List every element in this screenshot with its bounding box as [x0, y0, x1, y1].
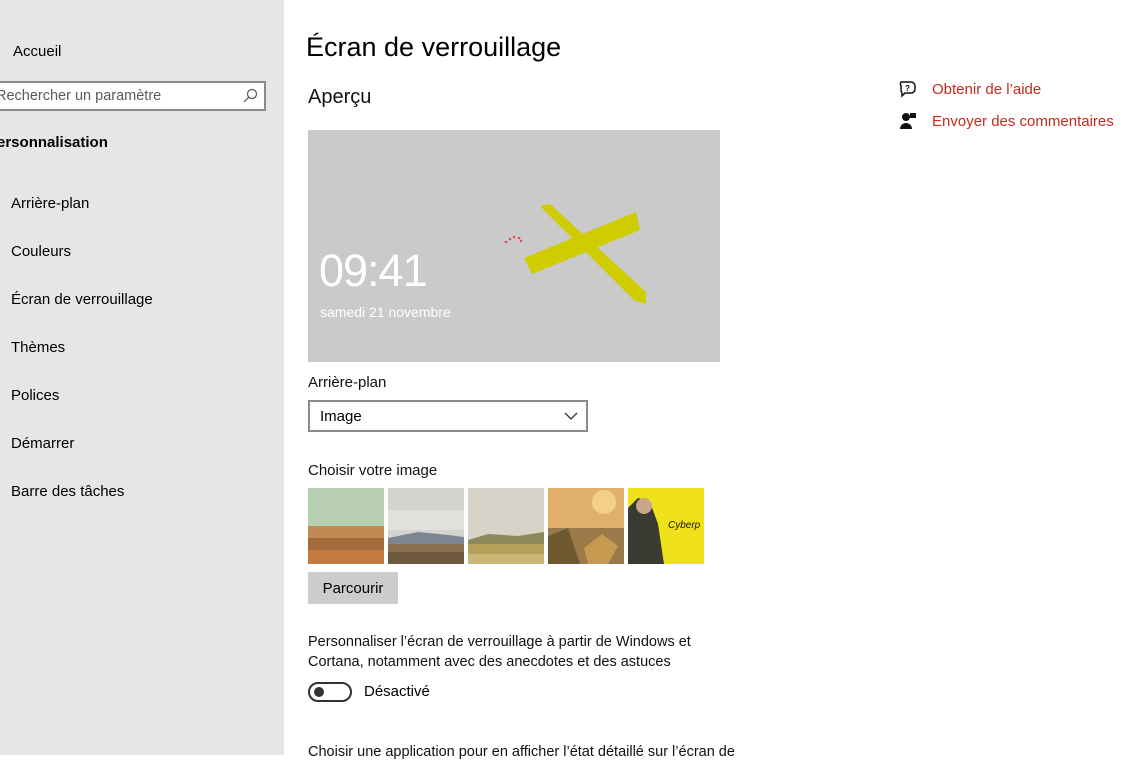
sidebar-item-label: Polices [11, 386, 60, 404]
browse-button[interactable]: Parcourir [308, 572, 398, 604]
personalize-description: Personnaliser l’écran de verrouillage à … [308, 634, 691, 670]
toggle-knob [314, 687, 324, 697]
get-help-label: Obtenir de l’aide [932, 80, 1042, 98]
toggle-state-label: Désactivé [364, 683, 430, 700]
sidebar-item-lock-screen[interactable]: Écran de verrouillage [0, 281, 284, 317]
sidebar-item-label: Thèmes [11, 338, 66, 356]
svg-text:?: ? [905, 84, 910, 93]
help-chat-icon: ? [899, 81, 916, 98]
sidebar-item-label: Barre des tâches [11, 482, 125, 500]
lock-screen-preview: 09:41 samedi 21 novembre [308, 130, 720, 362]
background-label: Arrière-plan [308, 374, 387, 391]
background-dropdown-value: Image [320, 407, 362, 425]
page-title: Écran de verrouillage [306, 32, 562, 62]
thumbnail-4[interactable] [548, 488, 624, 564]
send-feedback-link[interactable]: Envoyer des commentaires [898, 111, 1114, 131]
choose-image-label: Choisir votre image [308, 462, 438, 479]
sidebar-item-label: Couleurs [11, 242, 72, 260]
fun-facts-toggle[interactable] [308, 682, 352, 702]
preview-heading: Aperçu [308, 86, 372, 108]
thumbnail-1[interactable] [308, 488, 384, 564]
home-button[interactable]: Accueil [0, 38, 61, 64]
search-icon[interactable] [242, 88, 258, 104]
sidebar-item-label: Démarrer [11, 434, 75, 452]
preview-time: 09:41 [319, 245, 428, 296]
sidebar-item-label: Écran de verrouillage [11, 290, 153, 308]
preview-date: samedi 21 novembre [320, 304, 451, 320]
section-title: Personnalisation [0, 134, 108, 151]
search-input[interactable] [0, 87, 228, 105]
get-help-link[interactable]: ? Obtenir de l’aide [898, 79, 1041, 99]
sidebar-item-background[interactable]: Arrière-plan [0, 185, 284, 221]
svg-text:Cyberp: Cyberp [668, 520, 701, 531]
app-status-description: Choisir une application pour en afficher… [308, 744, 735, 760]
search-box[interactable] [0, 81, 266, 111]
feedback-icon [900, 113, 916, 129]
sidebar-item-fonts[interactable]: Polices [0, 377, 284, 413]
image-thumbnails: Cyberp [308, 488, 704, 564]
send-feedback-label: Envoyer des commentaires [932, 112, 1114, 130]
thumbnail-2[interactable] [388, 488, 464, 564]
sidebar-item-start[interactable]: Démarrer [0, 425, 284, 461]
yellow-stroke-2 [524, 212, 640, 274]
sidebar: Accueil Personnalisation Arrière-plan Co… [0, 0, 284, 755]
chevron-down-icon [564, 412, 578, 420]
sidebar-item-label: Arrière-plan [11, 194, 90, 212]
background-dropdown[interactable]: Image [308, 400, 588, 432]
home-label: Accueil [13, 42, 62, 60]
thumbnail-3[interactable] [468, 488, 544, 564]
thumbnail-5[interactable]: Cyberp [628, 488, 704, 564]
sidebar-item-themes[interactable]: Thèmes [0, 329, 284, 365]
sidebar-item-taskbar[interactable]: Barre des tâches [0, 473, 284, 509]
sidebar-item-colors[interactable]: Couleurs [0, 233, 284, 269]
